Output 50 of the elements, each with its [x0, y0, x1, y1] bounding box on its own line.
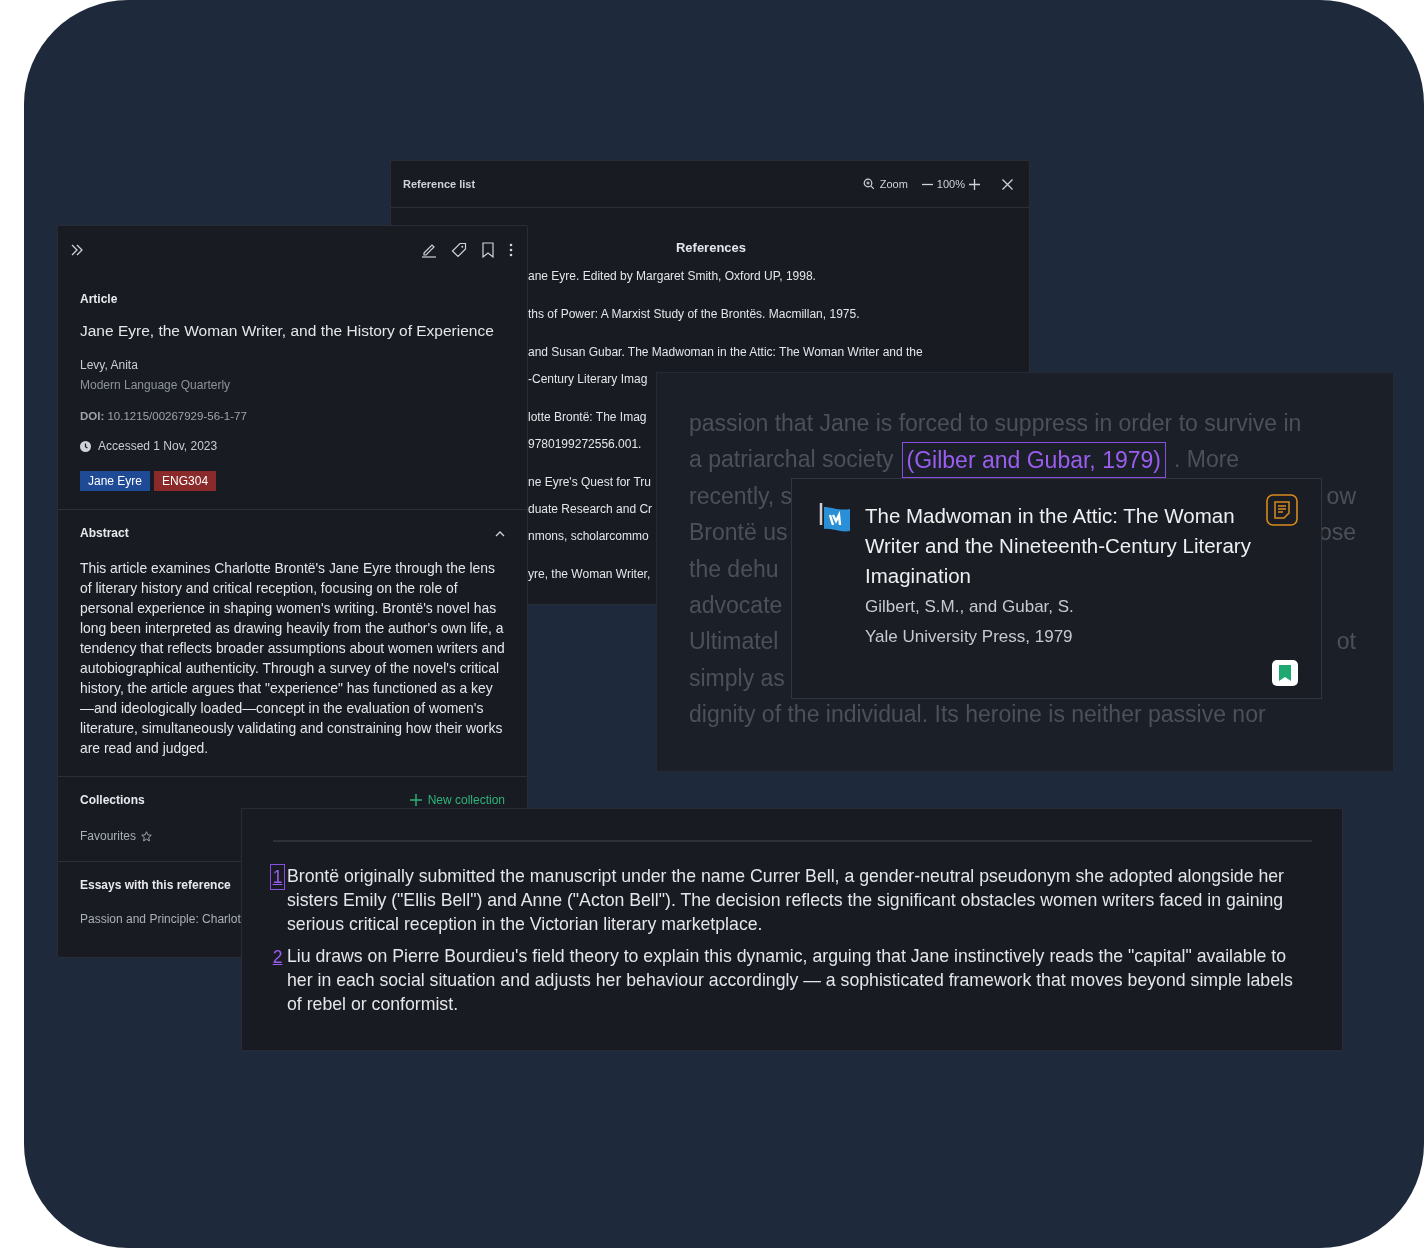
- source-authors: Gilbert, S.M., and Gubar, S.: [865, 596, 1075, 618]
- star-icon[interactable]: [141, 830, 153, 842]
- close-icon[interactable]: [1002, 178, 1013, 190]
- reference-text: ane Eyre. Edited by Margaret Smith, Oxford UP, 1998.: [528, 268, 816, 285]
- footnote-number[interactable]: 1: [270, 864, 285, 890]
- reference-text: nmons, scholarcommo: [528, 528, 649, 545]
- section-heading: Collections: [80, 793, 145, 807]
- plus-icon[interactable]: [969, 178, 980, 190]
- source-publisher: Yale University Press, 1979: [865, 626, 1074, 648]
- bookmark-icon[interactable]: [1272, 660, 1298, 686]
- chevron-icon[interactable]: [495, 529, 505, 537]
- zoom-icon[interactable]: [862, 178, 875, 190]
- collection-item[interactable]: Favourites: [80, 829, 137, 843]
- journal: Modern Language Quarterly: [80, 378, 232, 392]
- section-heading: Essays with this reference: [80, 878, 232, 892]
- reference-text: and Susan Gubar. The Madwoman in the Attic: The Woman Writer and the: [528, 344, 923, 361]
- footnote-number[interactable]: 2: [270, 944, 285, 970]
- tag[interactable]: Jane Eyre: [80, 471, 151, 491]
- new-collection-button[interactable]: New collection: [409, 793, 505, 807]
- article-title: Jane Eyre, the Woman Writer, and the History of Experience: [80, 322, 495, 340]
- window-title: Reference list: [403, 178, 476, 190]
- reference-text: yre, the Woman Writer,: [528, 566, 651, 583]
- note-icon[interactable]: [1266, 494, 1298, 526]
- source-title: The Madwoman in the Attic: The Woman Writer and the Nineteenth-Century Literary Imagination: [865, 503, 1252, 589]
- reference-text: duate Research and Cr: [528, 501, 653, 518]
- reference-text: ths of Power: A Marxist Study of the Brontës. Macmillan, 1975.: [528, 306, 860, 323]
- accessed-date: Accessed 1 Nov, 2023: [98, 439, 218, 453]
- more-icon[interactable]: [509, 243, 513, 257]
- clock-icon: [80, 440, 91, 452]
- zoom-level: 100%: [936, 178, 965, 190]
- abstract-text: This article examines Charlotte Brontë's Jane Eyre through the lens of literary history and critical reception, focusing on the role of personal experience in shaping women's writing. Brontë's novel has long been interpreted as drawing heavily from the author's own life, a tendency that reflects broader assumptions about women writers and autobiographical authenticity. Through a survey of the novel's critical history, the article argues that "experience" has functioned as a key—and ideologically loaded—concept in the evaluation of women's literature, simultaneously validating and constraining how their works are read and judged.: [80, 559, 505, 758]
- tag-icon[interactable]: [451, 242, 467, 258]
- reference-text: -Century Literary Imag: [528, 371, 648, 388]
- pencil-icon[interactable]: [421, 242, 437, 258]
- tag[interactable]: ENG304: [154, 471, 217, 491]
- type-label: Article: [80, 292, 119, 306]
- citation-link[interactable]: (Gilber and Gubar, 1979): [901, 441, 1166, 478]
- section-heading: Abstract: [80, 526, 129, 540]
- plus-icon[interactable]: [409, 794, 422, 806]
- footnote-text: Brontë originally submitted the manuscript under the name Currer Bell, a gender-neutral pseudonym she adopted alongside her sisters Emily ("Ellis Bell") and Anne ("Acton Bell"). The decision reflects the significant obstacles women writers faced in gaining serious critical reception in the Victorian literary marketplace.: [287, 865, 1285, 936]
- reference-text: lotte Brontë: The Imag: [528, 409, 647, 426]
- author: Levy, Anita: [80, 358, 139, 372]
- doi: DOI: 10.1215/00267929-56-1-77: [80, 410, 248, 422]
- reference-text: ne Eyre's Quest for Tru: [528, 474, 651, 491]
- zoom-button[interactable]: Zoom: [862, 178, 908, 190]
- footnote-text: Liu draws on Pierre Bourdieu's field theory to explain this dynamic, arguing that Jane instinctively reads the "capital" available to her in each social situation and adjusts her behaviour accordingly — a sophisticated framework that moves beyond simple labels of rebel or conformist.: [287, 945, 1294, 1016]
- collapse-icon[interactable]: [70, 243, 84, 257]
- references-heading: References: [674, 240, 748, 255]
- reference-text: 9780199272556.001.: [528, 436, 642, 453]
- bookmark-icon[interactable]: [481, 242, 495, 258]
